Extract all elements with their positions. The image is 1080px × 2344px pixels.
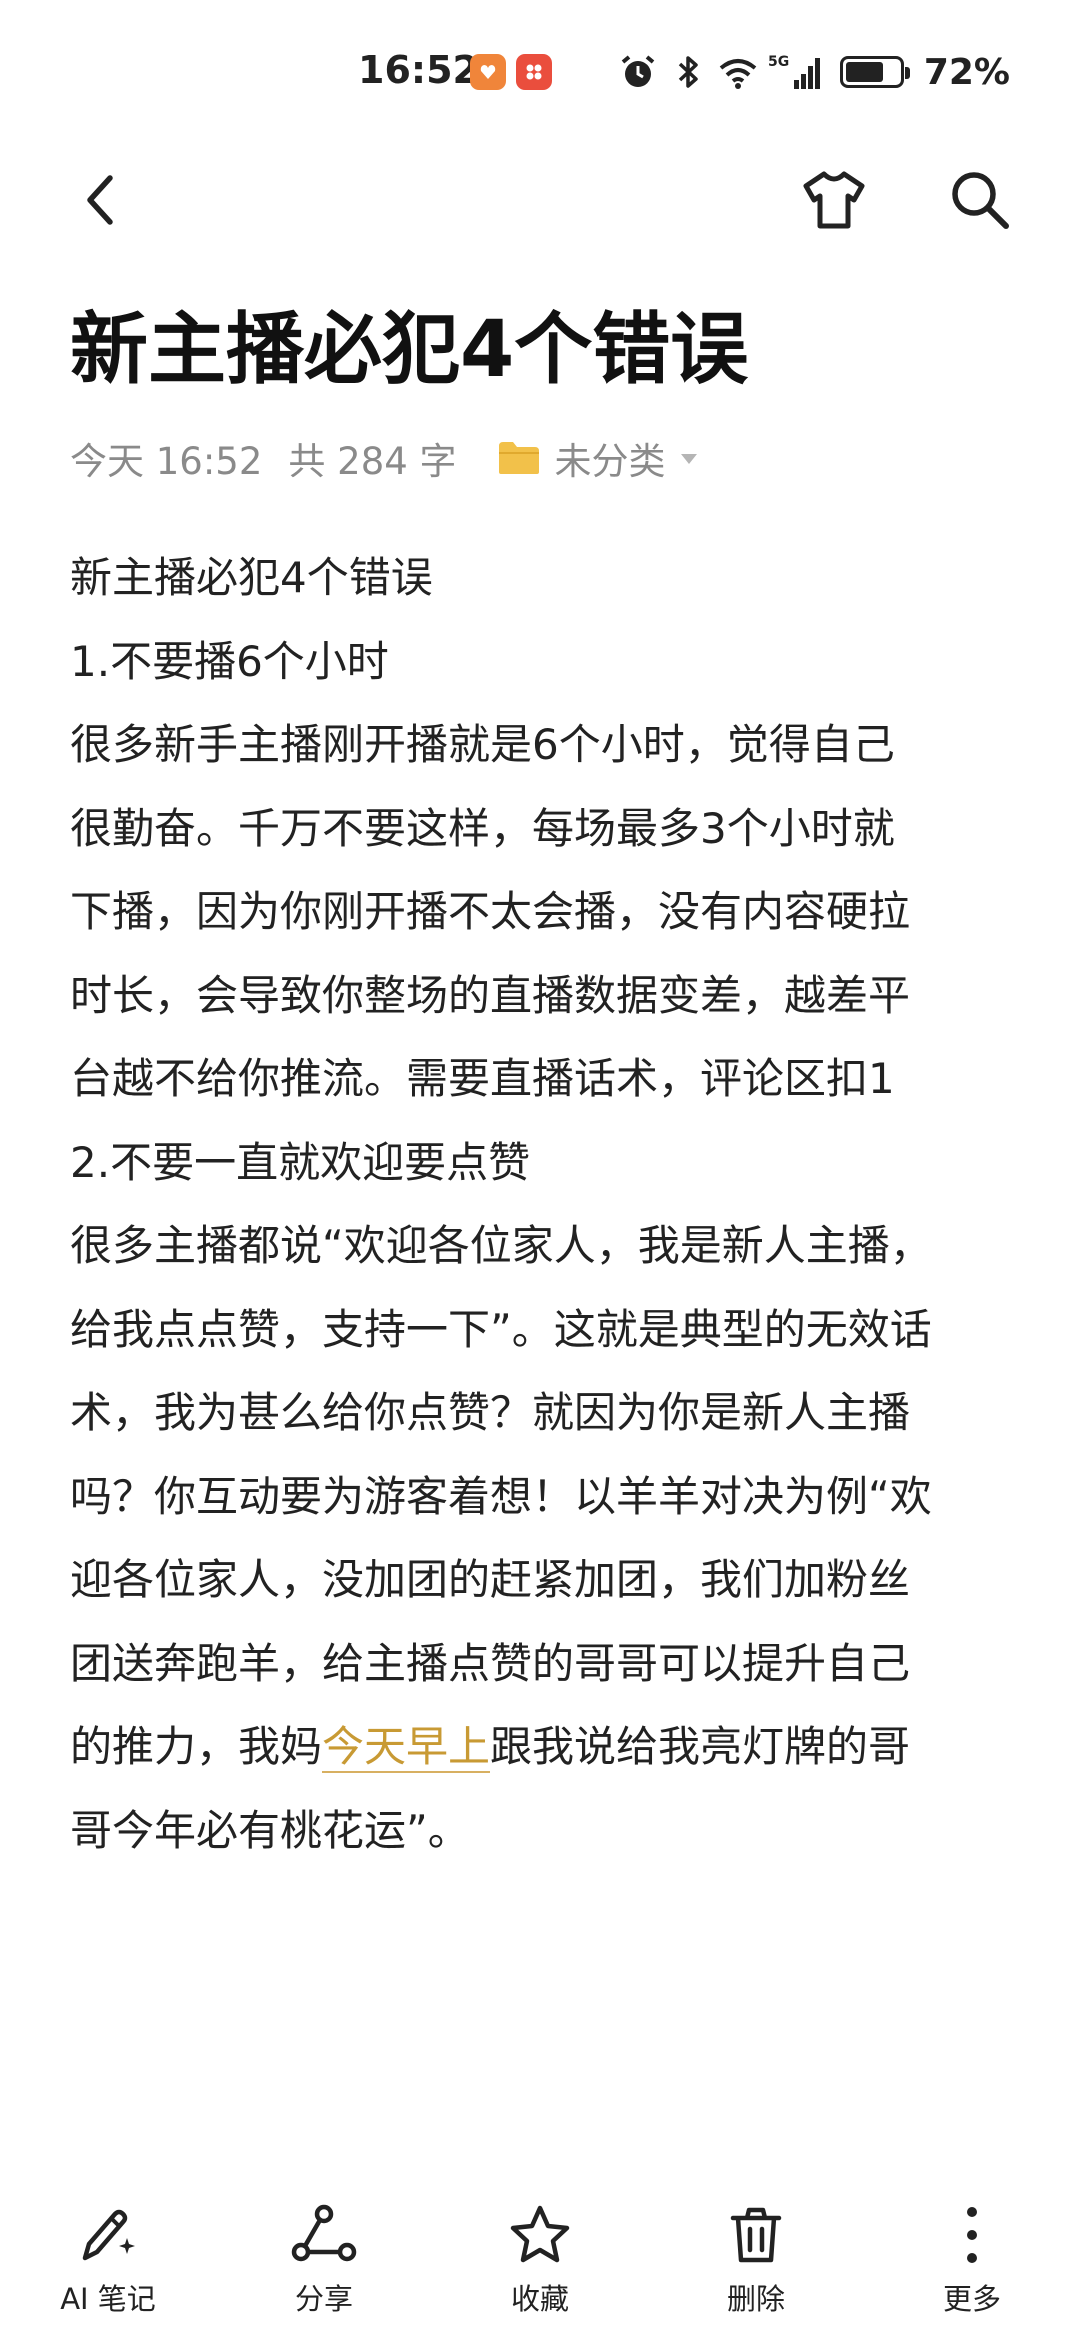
folder-icon <box>498 442 539 474</box>
theme-button[interactable] <box>800 166 868 234</box>
chevron-left-icon <box>87 175 113 225</box>
body-line: 1.不要播6个小时 <box>70 636 389 686</box>
favorite-label: 收藏 <box>510 2282 569 2316</box>
svg-text:5G: 5G <box>768 54 789 70</box>
ai-pen-icon <box>82 2209 135 2261</box>
body-line: 很多新手主播刚开播就是6个小时，觉得自己 <box>70 720 895 769</box>
bluetooth-icon <box>678 56 698 88</box>
body-line: 台越不给你推流。需要直播话术，评论区扣1 <box>70 1054 895 1103</box>
more-button[interactable]: 更多 <box>892 2202 1052 2322</box>
caret-down-icon <box>680 454 697 464</box>
back-button[interactable] <box>70 168 134 232</box>
body-line: 术，我为甚么给你点赞？就因为你是新人主播 <box>70 1388 911 1437</box>
share-icon <box>291 2204 357 2262</box>
signal-icon: 5G <box>768 54 820 89</box>
bottom-toolbar: AI 笔记 分享 收藏 删除 更多 <box>0 2180 1080 2344</box>
body-line: 吗？你互动要为游客着想！以羊羊对决为例“欢 <box>70 1471 932 1521</box>
top-toolbar <box>0 140 1080 260</box>
search-icon <box>952 172 1009 229</box>
delete-label: 删除 <box>726 2282 785 2316</box>
status-icons: 5G 72% <box>618 48 1010 96</box>
ai-note-label: AI 笔记 <box>60 2282 156 2316</box>
status-bar: 16:52 5G 72% <box>0 0 1080 140</box>
body-line: 下播，因为你刚开播不太会播，没有内容硬拉 <box>70 887 911 936</box>
star-icon <box>510 2205 570 2263</box>
body-line: 很勤奋。千万不要这样，每场最多3个小时就 <box>70 803 895 853</box>
word-count: 共 284 字 <box>288 440 457 483</box>
body-line: 给我点点赞，支持一下”。这就是典型的无效话 <box>70 1304 932 1354</box>
note-date: 今天 16:52 <box>70 440 263 483</box>
body-line: 时长，会导致你整场的直播数据变差，越差平 <box>70 970 911 1020</box>
delete-button[interactable]: 删除 <box>676 2202 836 2322</box>
tshirt-icon <box>803 171 865 229</box>
more-label: 更多 <box>942 2282 1001 2316</box>
body-line: 很多主播都说“欢迎各位家人，我是新人主播， <box>70 1221 932 1270</box>
date-link[interactable]: 今天早上 <box>322 1722 491 1773</box>
battery-percent: 72% <box>923 51 1010 93</box>
status-time: 16:52 <box>358 48 479 92</box>
battery-level <box>845 62 884 82</box>
favorite-button[interactable]: 收藏 <box>460 2202 620 2322</box>
trash-icon <box>730 2207 782 2263</box>
body-line: 新主播必犯4个错误 <box>70 553 433 602</box>
alarm-icon <box>621 55 655 87</box>
body-line: 哥今年必有桃花运”。 <box>70 1805 470 1855</box>
wifi-icon <box>719 59 757 89</box>
folder-name: 未分类 <box>554 440 666 483</box>
share-button[interactable]: 分享 <box>244 2202 404 2322</box>
app-notification-icon <box>516 54 552 90</box>
battery-icon <box>839 56 910 88</box>
search-button[interactable] <box>946 166 1014 234</box>
app-notification-icon <box>470 54 506 90</box>
body-line: 团送奔跑羊，给主播点赞的哥哥可以提升自己 <box>70 1638 911 1688</box>
body-line: 2.不要一直就欢迎要点赞 <box>70 1137 531 1187</box>
note-body[interactable]: 新主播必犯4个错误 1.不要播6个小时很多新手主播刚开播就是6个小时，觉得自己 很勤… <box>70 536 1020 1872</box>
note-meta: 今天 16:52 共 284 字 未分类 <box>70 430 700 486</box>
ai-note-button[interactable]: AI 笔记 <box>28 2202 188 2322</box>
folder-selector[interactable]: 未分类 <box>497 431 700 485</box>
body-line: 的推力，我妈今天早上跟我说给我亮灯牌的哥 <box>70 1722 911 1773</box>
share-label: 分享 <box>294 2282 353 2316</box>
note-title[interactable]: 新主播必犯4个错误 <box>70 300 1010 400</box>
body-line: 迎各位家人，没加团的赶紧加团，我们加粉丝 <box>70 1555 911 1604</box>
more-vertical-icon <box>967 2207 977 2263</box>
